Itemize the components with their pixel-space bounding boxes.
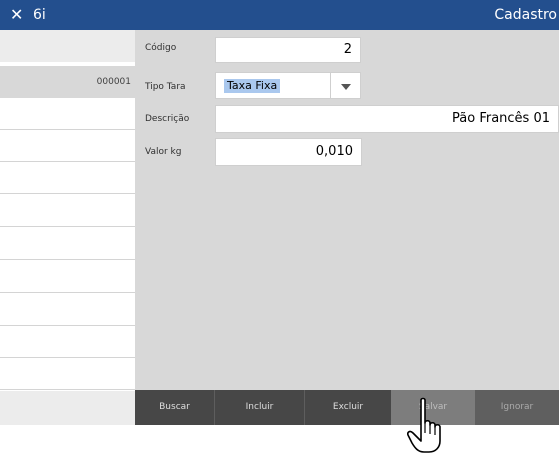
list-item[interactable]	[0, 391, 135, 425]
record-list: 000001	[0, 30, 135, 425]
descricao-field[interactable]: Pão Francês 01	[215, 105, 559, 133]
list-item[interactable]	[0, 195, 135, 227]
codigo-field[interactable]: 2	[215, 37, 361, 63]
descricao-label: Descrição	[145, 114, 190, 124]
title-bar: ✕ 6i Cadastro	[0, 0, 559, 30]
list-item[interactable]	[0, 130, 135, 162]
list-item[interactable]	[0, 326, 135, 358]
excluir-button[interactable]: Excluir	[305, 390, 391, 425]
app-name: 6i	[33, 7, 46, 23]
app-window: ✕ 6i Cadastro 000001 Código 2 Tipo Tara …	[0, 0, 559, 455]
action-bar: Buscar Incluir Excluir Salvar Ignorar	[135, 390, 559, 425]
tipo-tara-select[interactable]: Taxa Fixa	[215, 72, 361, 99]
form-panel: Código 2 Tipo Tara Taxa Fixa Descrição P…	[135, 30, 559, 390]
list-item[interactable]	[0, 261, 135, 293]
list-item[interactable]	[0, 228, 135, 260]
list-item-selected[interactable]: 000001	[0, 66, 135, 98]
ignorar-button[interactable]: Ignorar	[475, 390, 559, 425]
chevron-down-icon[interactable]	[330, 73, 360, 98]
incluir-button[interactable]: Incluir	[215, 390, 305, 425]
valor-kg-field[interactable]: 0,010	[215, 138, 362, 166]
valor-kg-label: Valor kg	[145, 147, 182, 157]
tipo-tara-label: Tipo Tara	[145, 82, 186, 92]
list-item[interactable]	[0, 98, 135, 130]
window-title: Cadastro	[494, 7, 557, 23]
list-item[interactable]	[0, 30, 135, 62]
codigo-label: Código	[145, 43, 177, 53]
list-item[interactable]	[0, 162, 135, 194]
list-item[interactable]	[0, 294, 135, 326]
buscar-button[interactable]: Buscar	[135, 390, 215, 425]
tipo-tara-value: Taxa Fixa	[224, 79, 281, 93]
list-item[interactable]	[0, 358, 135, 390]
close-icon[interactable]: ✕	[10, 5, 28, 25]
hand-pointer-icon	[407, 397, 441, 453]
